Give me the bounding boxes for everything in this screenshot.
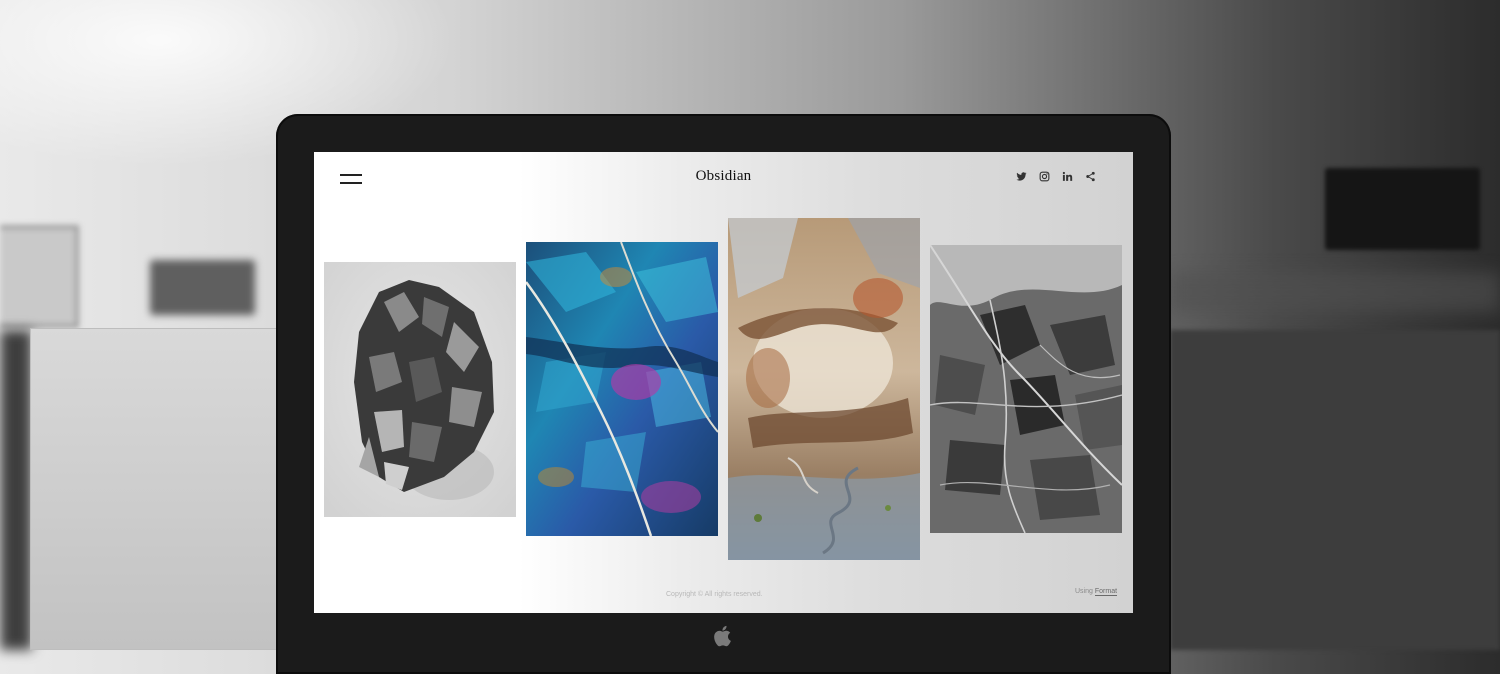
instagram-icon[interactable] xyxy=(1039,171,1050,182)
site-brand[interactable]: Obsidian xyxy=(314,168,1133,185)
background-desk-right xyxy=(1170,330,1500,650)
apple-logo-icon xyxy=(714,625,731,647)
website-screen: Obsidian Copyright © All rights reserved… xyxy=(314,152,1133,613)
background-shelf-right xyxy=(1170,272,1500,312)
background-monitor-left xyxy=(0,225,79,328)
linkedin-icon[interactable] xyxy=(1062,171,1073,182)
gallery-image-aerial-landscape[interactable] xyxy=(728,218,920,560)
gallery-image-crystal[interactable] xyxy=(324,262,516,517)
footer-copyright: Copyright © All rights reserved. xyxy=(666,591,763,598)
background-device xyxy=(150,260,255,315)
format-link[interactable]: Format xyxy=(1094,588,1118,596)
share-icon[interactable] xyxy=(1085,171,1096,182)
background-desk-left xyxy=(30,328,280,650)
twitter-icon[interactable] xyxy=(1016,171,1027,182)
background-desk-edge xyxy=(0,330,32,650)
gallery-image-cracked-ice[interactable] xyxy=(930,245,1122,533)
imac-device: Obsidian Copyright © All rights reserved… xyxy=(276,114,1171,674)
gallery-image-blue-mineral[interactable] xyxy=(526,242,718,536)
social-links xyxy=(1016,171,1096,182)
footer-using-prefix: Using xyxy=(1075,588,1093,595)
footer-using-format: Using Format xyxy=(1075,588,1118,596)
background-monitor-right xyxy=(1325,168,1480,250)
